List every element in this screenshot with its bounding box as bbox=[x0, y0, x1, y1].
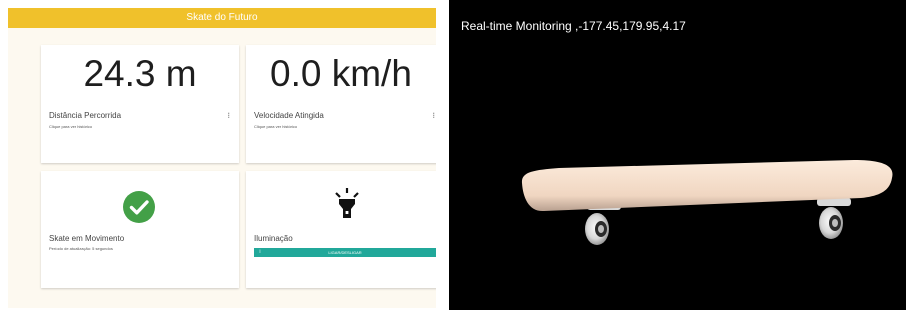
lighting-toggle-button[interactable]: ⏽ LIGAR/DESLIGAR bbox=[254, 248, 436, 257]
motion-card: Skate em Movimento Período de atualizaçã… bbox=[41, 171, 239, 288]
distance-card[interactable]: 24.3 m Distância Percorrida ⁝ Clique par… bbox=[41, 45, 239, 163]
distance-subtitle: Clique para ver histórico bbox=[49, 124, 93, 129]
3d-viewer[interactable]: Real-time Monitoring ,-177.45,179.95,4.1… bbox=[449, 0, 906, 310]
app-title-bar: Skate do Futuro bbox=[8, 8, 436, 28]
speed-subtitle: Clique para ver histórico bbox=[254, 124, 298, 129]
speed-card[interactable]: 0.0 km/h Velocidade Atingida ⁝ Clique pa… bbox=[246, 45, 436, 163]
toggle-label: LIGAR/DESLIGAR bbox=[328, 250, 362, 255]
motion-title: Skate em Movimento bbox=[49, 234, 125, 243]
distance-title: Distância Percorrida bbox=[49, 111, 122, 120]
check-circle-icon bbox=[123, 191, 155, 223]
distance-value: 24.3 m bbox=[83, 53, 197, 94]
speed-value: 0.0 km/h bbox=[270, 53, 412, 94]
lighting-card: Iluminação ⏽ LIGAR/DESLIGAR bbox=[246, 171, 436, 288]
distance-menu-icon[interactable]: ⁝ bbox=[227, 111, 230, 120]
flashlight-icon bbox=[335, 188, 359, 218]
motion-subtitle: Período de atualização: 5 segundos bbox=[49, 246, 113, 251]
lighting-title: Iluminação bbox=[254, 234, 293, 243]
dashboard-panel: Skate do Futuro 24.3 m Distância Percorr… bbox=[8, 8, 436, 308]
speed-title: Velocidade Atingida bbox=[254, 111, 324, 120]
skateboard-model bbox=[521, 160, 893, 245]
speed-menu-icon[interactable]: ⁝ bbox=[432, 111, 435, 120]
